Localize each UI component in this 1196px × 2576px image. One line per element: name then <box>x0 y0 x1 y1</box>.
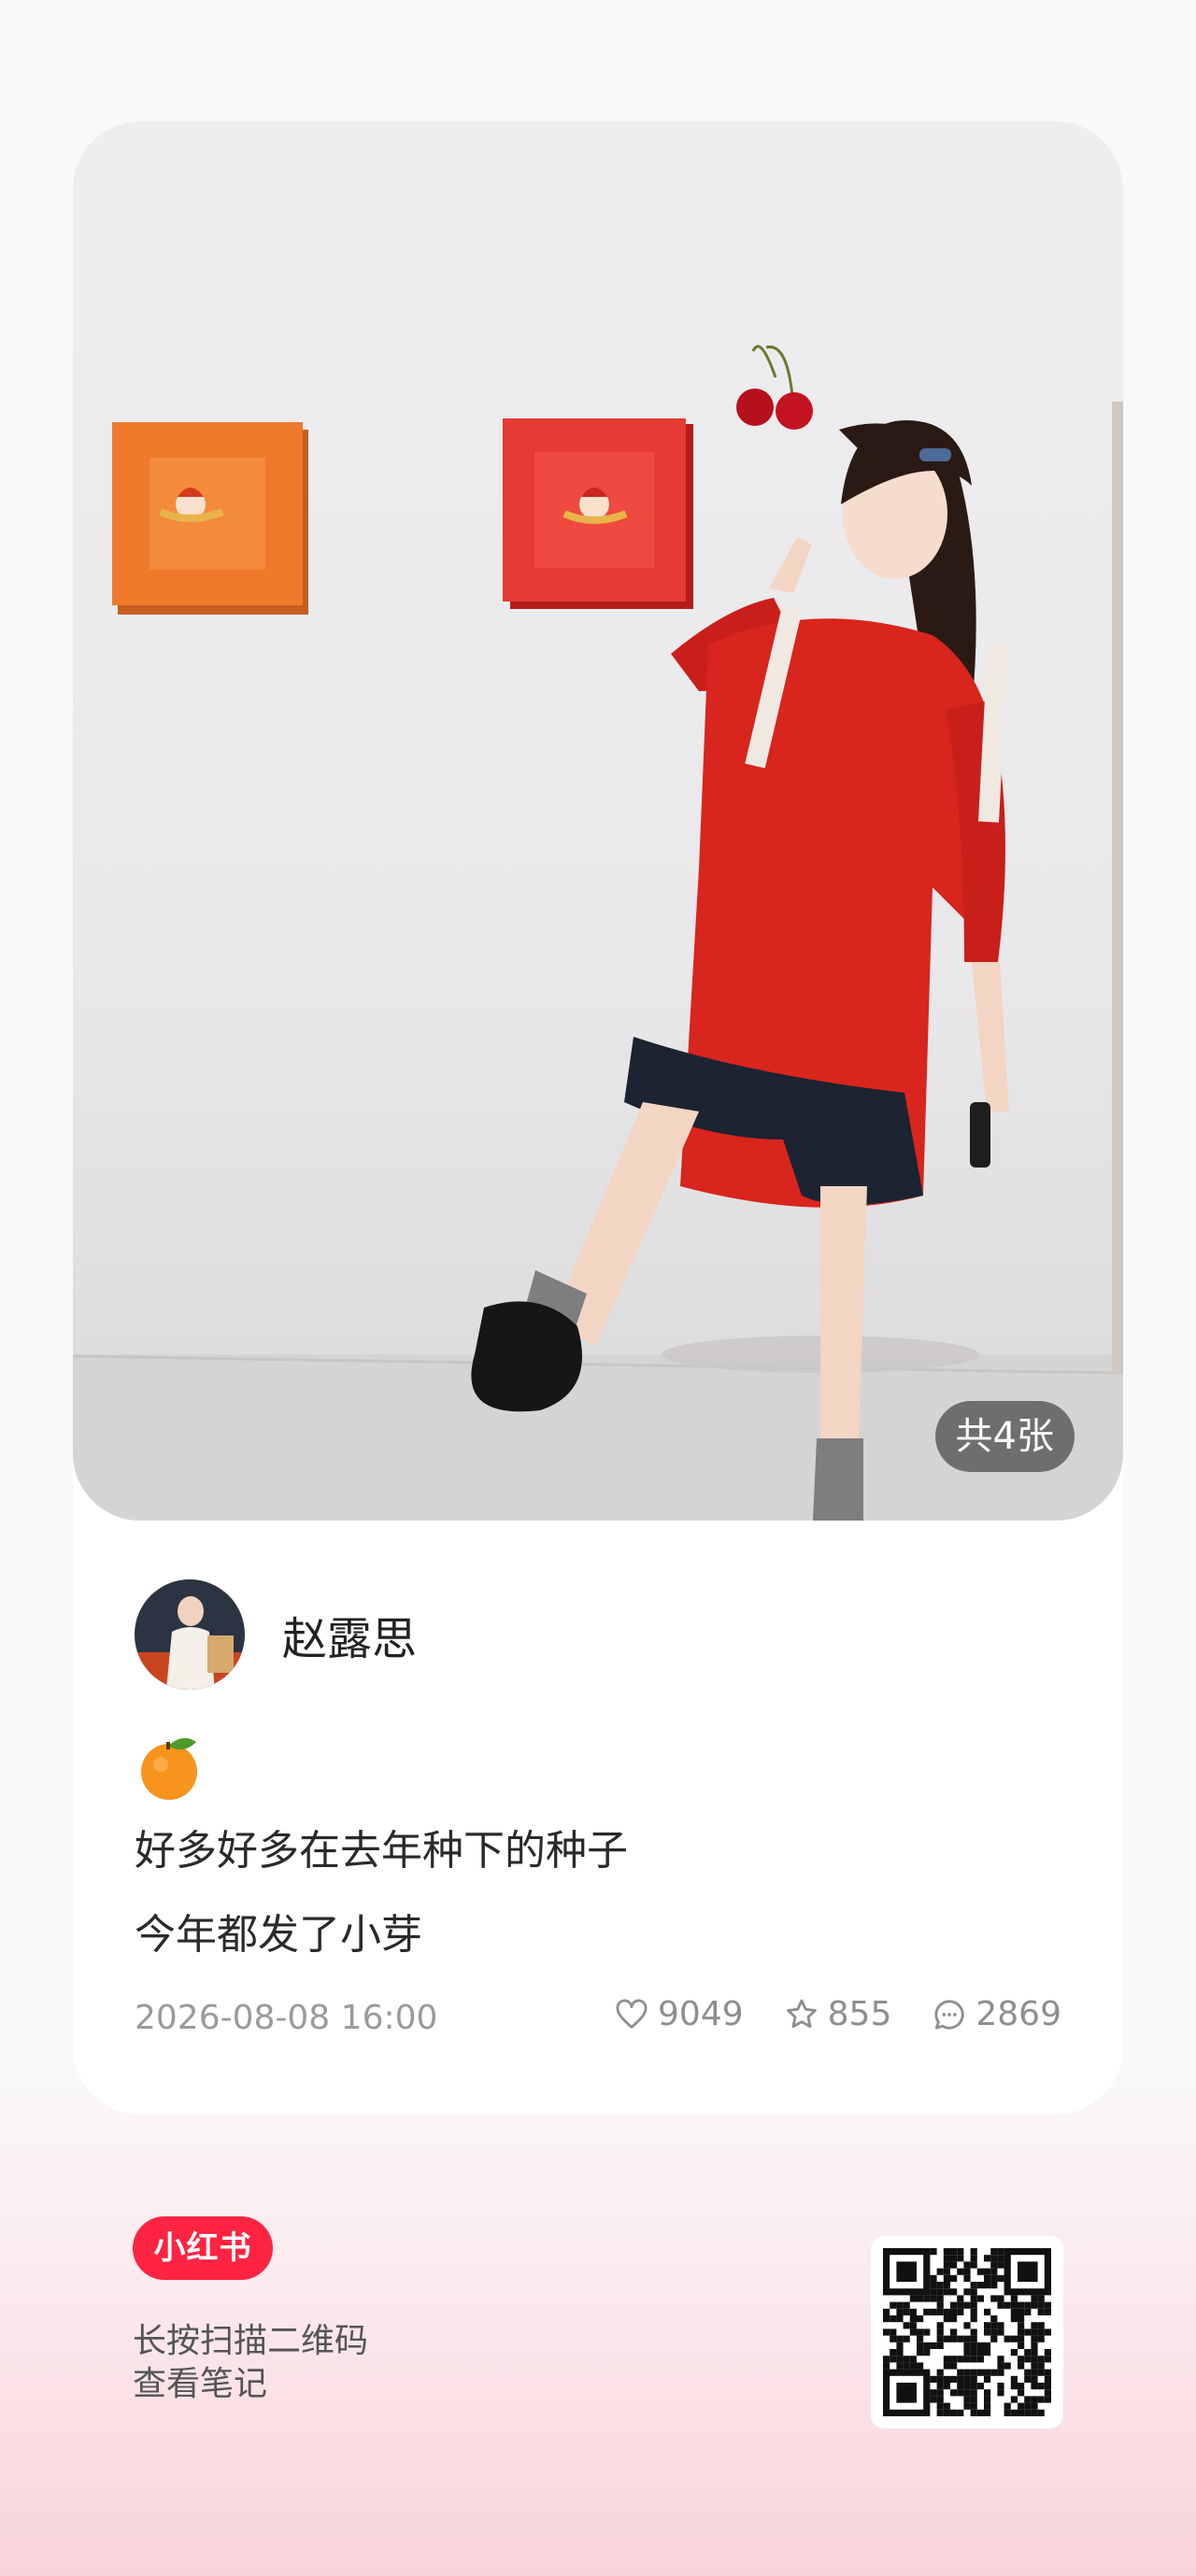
star-icon <box>786 1999 817 2028</box>
scan-instruction-line: 长按扫描二维码 <box>133 2322 369 2360</box>
image-count-badge[interactable]: 共4张 <box>934 1401 1075 1472</box>
comment-icon <box>934 1999 965 2030</box>
qr-code-pattern <box>883 2248 1051 2416</box>
tangerine-icon <box>141 1737 197 1800</box>
cherry-decoration <box>736 345 813 430</box>
post-date: 2026-08-08 16:00 <box>135 1999 438 2037</box>
note-text-line: 好多好多在去年种下的种子 <box>135 1827 628 1875</box>
scan-instruction: 长按扫描二维码 查看笔记 <box>133 2320 368 2406</box>
comment-count: 2869 <box>975 1995 1061 2033</box>
like-count: 9049 <box>658 1995 744 2033</box>
note-card: 共4张 赵露思 好多好多在去年种下的种子 今年都发了小芽 2026-08-08 … <box>73 121 1123 2115</box>
scan-instruction-line: 查看笔记 <box>133 2365 268 2403</box>
qr-code[interactable] <box>871 2236 1063 2428</box>
red-artwork-frame <box>503 418 693 609</box>
favorite-count: 855 <box>827 1995 892 2033</box>
author-row[interactable]: 赵露思 <box>135 1578 417 1691</box>
avatar[interactable] <box>135 1579 245 1690</box>
author-name[interactable]: 赵露思 <box>282 1602 417 1667</box>
favorite-stat[interactable]: 855 <box>783 1995 892 2033</box>
xiaohongshu-logo: 小红书 <box>133 2216 273 2280</box>
like-stat[interactable]: 9049 <box>613 1995 744 2033</box>
note-photo[interactable] <box>73 121 1123 1521</box>
orange-artwork-frame <box>112 422 308 615</box>
comment-stat[interactable]: 2869 <box>931 1995 1061 2033</box>
heart-icon <box>616 1999 648 2029</box>
note-text-line: 今年都发了小芽 <box>135 1911 422 1959</box>
engagement-stats: 9049 855 2869 <box>574 1995 1061 2033</box>
